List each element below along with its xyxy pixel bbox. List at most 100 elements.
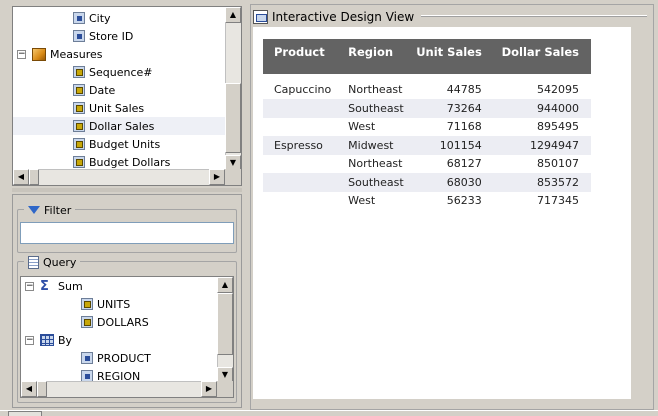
scroll-right-arrow-icon[interactable]: ▶ [201, 381, 217, 397]
cell-unit-sales[interactable]: 44785 [409, 74, 493, 99]
cell-product[interactable] [263, 118, 337, 137]
cell-product[interactable]: Capuccino [263, 74, 337, 99]
tree-item-label: By [58, 333, 73, 347]
scrollbar-thumb[interactable] [37, 381, 47, 397]
table-row: West 71168 895495 [263, 118, 591, 137]
column-header-product[interactable]: Product [263, 39, 338, 74]
column-header-dollar-sales[interactable]: Dollar Sales [493, 39, 591, 74]
design-view-title: Interactive Design View [272, 10, 415, 24]
report-table: Product Region Unit Sales Dollar Sales C… [263, 39, 591, 210]
column-header-unit-sales[interactable]: Unit Sales [409, 39, 494, 74]
fields-tree-horizontal-scrollbar[interactable]: ◀ ▶ [13, 169, 225, 185]
cell-product[interactable] [263, 192, 337, 211]
tree-item-label: Sequence# [89, 65, 153, 79]
scrollbar-thumb[interactable] [29, 169, 39, 185]
measure-field-icon [73, 84, 85, 96]
tree-item[interactable]: − By [21, 331, 217, 349]
filter-legend: Filter [24, 202, 76, 218]
column-header-region[interactable]: Region [337, 39, 410, 74]
fields-tree[interactable]: City Store ID − Measures Sequence# Date Unit S… [13, 7, 225, 171]
scroll-left-arrow-icon[interactable]: ◀ [13, 169, 29, 185]
tree-item[interactable]: PRODUCT [21, 349, 217, 367]
design-view-icon [253, 10, 268, 24]
query-tree[interactable]: − Σ Sum UNITS DOLLARS − By PRODUCT REGION [21, 277, 217, 383]
header-divider [421, 15, 647, 17]
cell-region[interactable]: Northeast [337, 74, 409, 99]
cell-unit-sales[interactable]: 68127 [409, 155, 493, 174]
filter-query-panel: Filter Query − Σ Sum UNITS DOLLARS − By PRODUCT… [12, 194, 242, 408]
cell-unit-sales[interactable]: 56233 [409, 192, 493, 211]
cell-region[interactable]: Southeast [337, 173, 410, 192]
measure-field-icon [73, 120, 85, 132]
tree-item[interactable]: Store ID [13, 27, 225, 45]
cell-region[interactable]: West [337, 118, 409, 137]
measure-field-icon [81, 316, 93, 328]
tree-item-label: Budget Dollars [89, 155, 171, 169]
query-tree-panel: − Σ Sum UNITS DOLLARS − By PRODUCT REGION ▲ ▼ ◀ … [20, 276, 234, 398]
cell-dollar-sales[interactable]: 717345 [494, 192, 591, 211]
report-canvas[interactable]: Product Region Unit Sales Dollar Sales C… [253, 27, 631, 399]
cell-region[interactable]: Midwest [337, 136, 410, 155]
cell-unit-sales[interactable]: 71168 [409, 118, 493, 137]
scroll-up-arrow-icon[interactable]: ▲ [217, 277, 233, 293]
filter-label: Filter [44, 203, 72, 217]
query-tree-horizontal-scrollbar[interactable]: ◀ ▶ [21, 381, 217, 397]
dimension-field-icon [73, 30, 85, 42]
bottom-tab[interactable] [8, 411, 42, 416]
cell-dollar-sales[interactable]: 850107 [494, 155, 591, 174]
cell-product[interactable] [263, 99, 338, 118]
cell-unit-sales[interactable]: 73264 [409, 99, 494, 118]
cell-unit-sales[interactable]: 101154 [409, 136, 494, 155]
filter-input[interactable] [20, 222, 234, 244]
cell-dollar-sales[interactable]: 895495 [494, 118, 591, 137]
query-label: Query [43, 255, 77, 269]
cell-dollar-sales[interactable]: 542095 [494, 74, 591, 99]
panel-splitter[interactable] [12, 188, 242, 192]
fields-tree-vertical-scrollbar[interactable]: ▲ ▼ [225, 7, 241, 171]
cell-unit-sales[interactable]: 68030 [409, 173, 494, 192]
tree-item[interactable]: Sequence# [13, 63, 225, 81]
cell-region[interactable]: Northeast [337, 155, 409, 174]
query-tree-vertical-scrollbar[interactable]: ▲ ▼ [217, 277, 233, 383]
tree-item[interactable]: Date [13, 81, 225, 99]
tree-item-label: PRODUCT [97, 351, 151, 365]
cell-product[interactable] [263, 173, 338, 192]
tree-item-label: Budget Units [89, 137, 161, 151]
tree-item[interactable]: Unit Sales [13, 99, 225, 117]
collapse-icon[interactable]: − [17, 49, 26, 59]
scrollbar-corner [217, 381, 233, 397]
collapse-icon[interactable]: − [25, 281, 34, 291]
collapse-icon[interactable]: − [25, 335, 34, 345]
tree-item[interactable]: UNITS [21, 295, 217, 313]
cell-region[interactable]: West [337, 192, 409, 211]
scrollbar-corner [225, 169, 241, 185]
scrollbar-thumb[interactable] [217, 293, 233, 355]
cell-dollar-sales[interactable]: 1294947 [493, 136, 591, 155]
scroll-right-arrow-icon[interactable]: ▶ [209, 169, 225, 185]
table-row: West 56233 717345 [263, 192, 591, 211]
tree-item[interactable]: Dollar Sales [13, 117, 225, 135]
tree-item-label: Unit Sales [89, 101, 145, 115]
tree-item-label: Date [89, 83, 116, 97]
measure-field-icon [73, 138, 85, 150]
sum-icon: Σ [40, 278, 49, 294]
tree-item-label: UNITS [97, 297, 131, 311]
scroll-up-arrow-icon[interactable]: ▲ [225, 7, 241, 23]
tree-item[interactable]: DOLLARS [21, 313, 217, 331]
scrollbar-thumb[interactable] [225, 83, 241, 153]
tree-item[interactable]: − Σ Sum [21, 277, 217, 295]
cell-dollar-sales[interactable]: 853572 [493, 173, 591, 192]
cell-region[interactable]: Southeast [337, 99, 410, 118]
cell-product[interactable] [263, 155, 337, 174]
tree-item[interactable]: City [13, 9, 225, 27]
tree-item[interactable]: Budget Units [13, 135, 225, 153]
cell-dollar-sales[interactable]: 944000 [493, 99, 591, 118]
measure-field-icon [73, 156, 85, 168]
scroll-left-arrow-icon[interactable]: ◀ [21, 381, 37, 397]
tree-item-label: Dollar Sales [89, 119, 155, 133]
table-row: Southeast 68030 853572 [263, 173, 591, 192]
cell-product[interactable]: Espresso [263, 136, 338, 155]
tree-item[interactable]: − Measures [13, 45, 225, 63]
grid-icon [40, 334, 54, 346]
table-row: Southeast 73264 944000 [263, 99, 591, 118]
